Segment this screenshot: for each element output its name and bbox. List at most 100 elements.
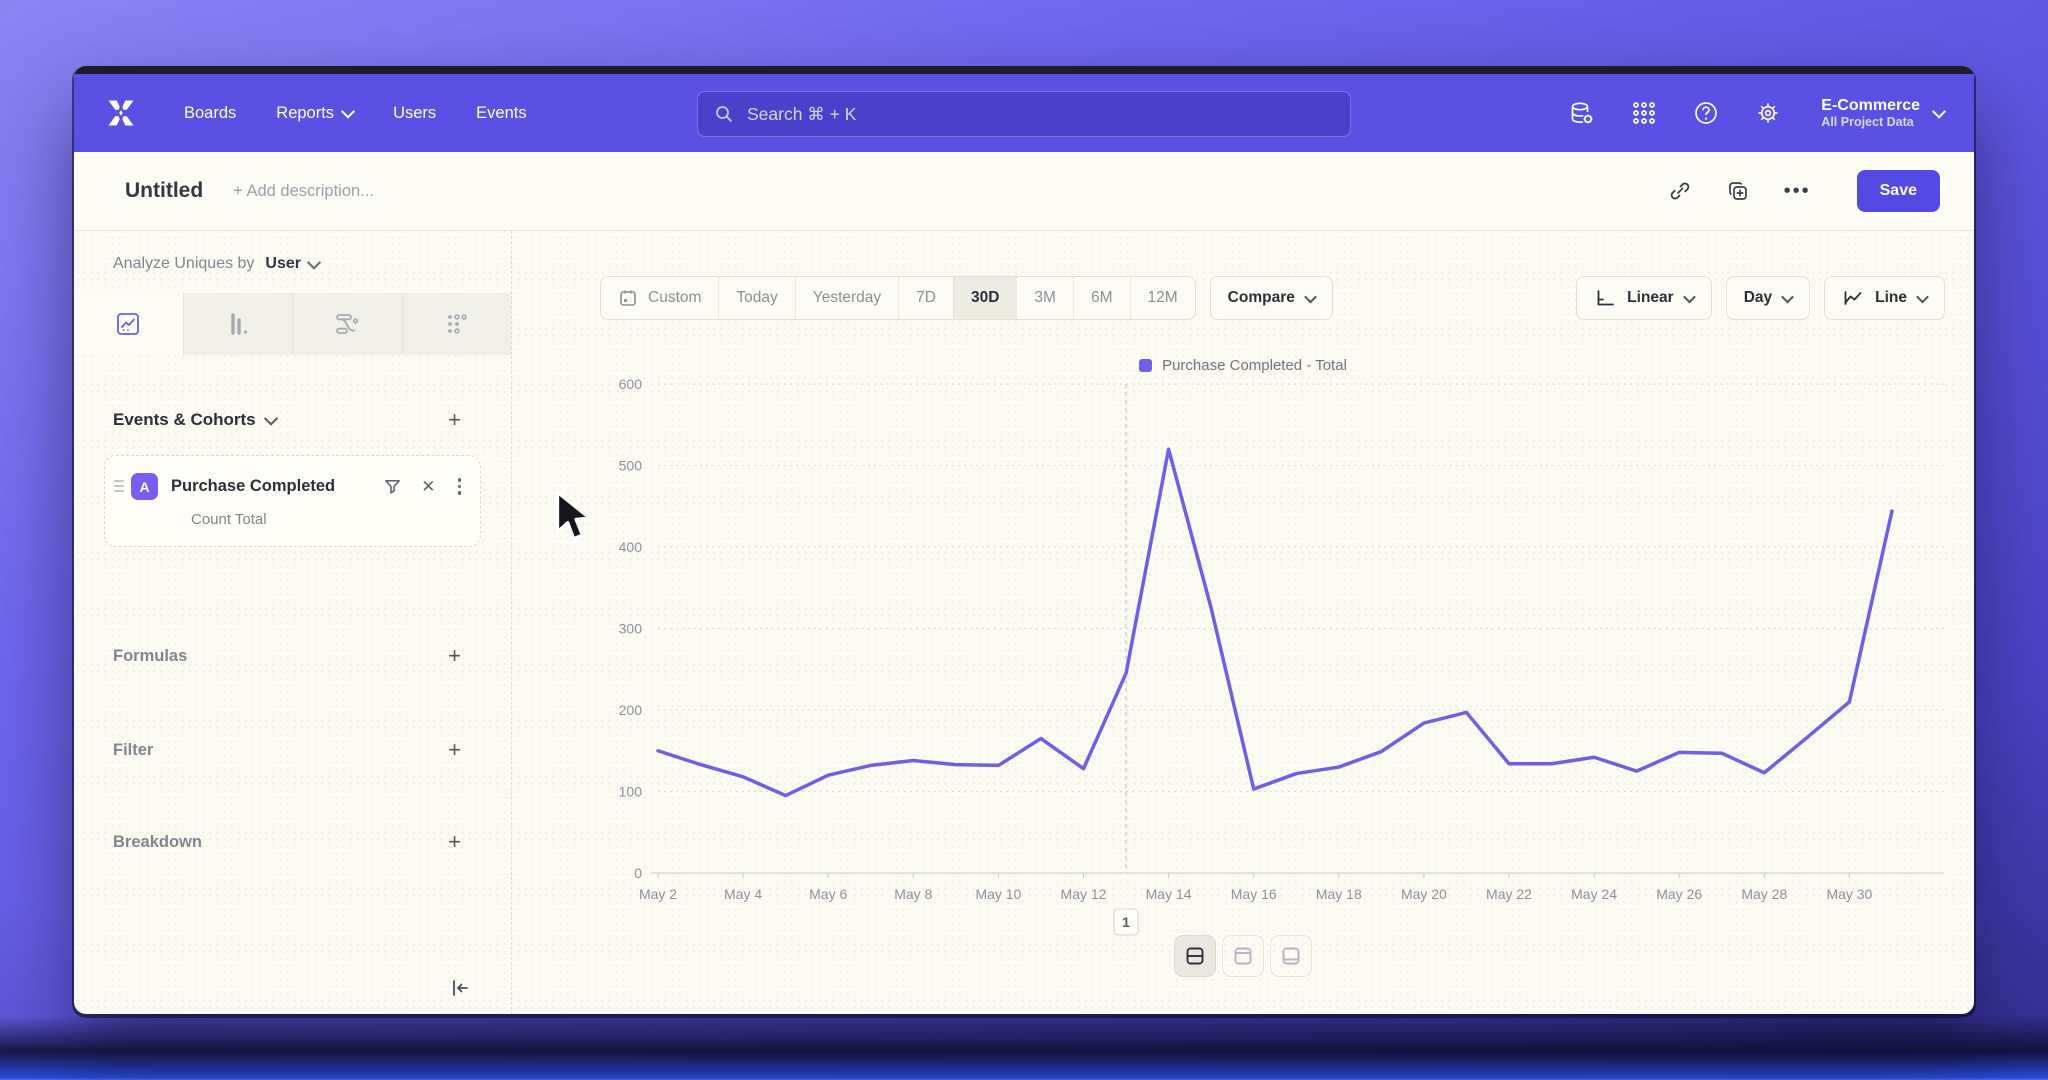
breakdown-section: Breakdown + bbox=[113, 831, 461, 853]
filter-funnel-icon[interactable] bbox=[383, 477, 402, 496]
layout-chart-top-button[interactable] bbox=[1222, 935, 1264, 977]
chevron-down-icon bbox=[307, 256, 321, 270]
search-icon bbox=[714, 104, 734, 124]
svg-text:600: 600 bbox=[619, 376, 643, 392]
svg-text:May 22: May 22 bbox=[1486, 886, 1532, 902]
chevron-down-icon bbox=[341, 105, 355, 119]
layout-chart-bottom-button[interactable] bbox=[1270, 935, 1312, 977]
window-top-edge bbox=[74, 66, 1974, 74]
filter-section: Filter + bbox=[113, 739, 461, 761]
kebab-menu-icon[interactable] bbox=[455, 478, 465, 495]
apps-grid-icon[interactable] bbox=[1631, 100, 1657, 126]
add-filter-button[interactable]: + bbox=[448, 739, 461, 761]
svg-text:500: 500 bbox=[619, 458, 643, 474]
svg-text:May 4: May 4 bbox=[724, 886, 762, 902]
report-title-bar: Untitled + Add description... ••• Save bbox=[74, 152, 1974, 231]
add-description-field[interactable]: + Add description... bbox=[233, 182, 374, 201]
data-management-icon[interactable] bbox=[1569, 100, 1595, 126]
more-ellipsis-icon[interactable]: ••• bbox=[1784, 186, 1811, 196]
svg-text:0: 0 bbox=[634, 865, 642, 881]
event-badge: A bbox=[131, 473, 158, 500]
analyze-label: Analyze Uniques by bbox=[113, 255, 254, 273]
report-title[interactable]: Untitled bbox=[125, 179, 203, 203]
svg-text:May 24: May 24 bbox=[1571, 886, 1617, 902]
svg-text:May 28: May 28 bbox=[1741, 886, 1787, 902]
svg-text:May 30: May 30 bbox=[1826, 886, 1872, 902]
top-nav: Boards Reports Users Events Search ⌘ + K bbox=[74, 74, 1974, 152]
svg-text:May 26: May 26 bbox=[1656, 886, 1702, 902]
query-builder-sidebar: Analyze Uniques by User bbox=[74, 231, 512, 1014]
events-cohorts-label: Events & Cohorts bbox=[113, 410, 256, 430]
nav-item-boards[interactable]: Boards bbox=[184, 104, 236, 123]
svg-text:200: 200 bbox=[619, 702, 643, 718]
chevron-down-icon bbox=[264, 412, 278, 426]
tab-retention[interactable] bbox=[402, 293, 512, 355]
event-measure[interactable]: Count Total bbox=[191, 511, 464, 528]
layout-toggle-group bbox=[1174, 935, 1312, 977]
search-placeholder: Search ⌘ + K bbox=[747, 104, 856, 125]
remove-event-icon[interactable]: ✕ bbox=[421, 478, 435, 495]
settings-gear-icon[interactable] bbox=[1755, 100, 1781, 126]
nav-item-label: Users bbox=[393, 104, 436, 123]
layout-top-icon bbox=[1232, 945, 1254, 967]
event-name: Purchase Completed bbox=[171, 477, 383, 496]
svg-text:May 8: May 8 bbox=[894, 886, 932, 902]
insights-line-chart-icon bbox=[115, 311, 141, 337]
line-chart[interactable]: 0 100 200 300 400 500 600 May 2 May 4 May 6 May 8 M… bbox=[512, 231, 1974, 1014]
svg-text:400: 400 bbox=[619, 539, 643, 555]
save-button[interactable]: Save bbox=[1857, 170, 1940, 212]
layout-bottom-icon bbox=[1280, 945, 1302, 967]
svg-text:May 16: May 16 bbox=[1231, 886, 1277, 902]
filter-label: Filter bbox=[113, 741, 153, 760]
svg-text:1: 1 bbox=[1122, 914, 1130, 930]
breakdown-label: Breakdown bbox=[113, 833, 202, 852]
formulas-section: Formulas + bbox=[113, 645, 461, 667]
nav-item-users[interactable]: Users bbox=[393, 104, 436, 123]
layout-split-horizontal-button[interactable] bbox=[1174, 935, 1216, 977]
nav-item-events[interactable]: Events bbox=[476, 104, 526, 123]
tab-flows[interactable] bbox=[292, 293, 402, 355]
chevron-down-icon bbox=[1932, 105, 1946, 119]
search-input[interactable]: Search ⌘ + K bbox=[697, 91, 1351, 137]
layout-split-icon bbox=[1184, 945, 1206, 967]
tab-funnels[interactable] bbox=[183, 293, 293, 355]
app-window: Boards Reports Users Events Search ⌘ + K bbox=[74, 66, 1974, 1014]
duplicate-icon[interactable] bbox=[1726, 179, 1750, 203]
svg-text:May 18: May 18 bbox=[1316, 886, 1362, 902]
nav-item-label: Events bbox=[476, 104, 526, 123]
funnels-bars-icon bbox=[225, 311, 251, 337]
events-cohorts-header[interactable]: Events & Cohorts + bbox=[113, 409, 461, 431]
svg-text:May 12: May 12 bbox=[1061, 886, 1107, 902]
desktop-background: Boards Reports Users Events Search ⌘ + K bbox=[0, 0, 2048, 1080]
project-switcher[interactable]: E-Commerce All Project Data bbox=[1821, 96, 1944, 130]
flows-icon bbox=[334, 311, 360, 337]
add-event-button[interactable]: + bbox=[448, 409, 461, 431]
analyze-by-dropdown[interactable]: User bbox=[265, 255, 319, 273]
copy-link-icon[interactable] bbox=[1668, 179, 1692, 203]
drag-handle-icon[interactable] bbox=[114, 480, 124, 492]
nav-item-reports[interactable]: Reports bbox=[276, 104, 353, 123]
project-name: E-Commerce bbox=[1821, 96, 1920, 115]
svg-text:May 10: May 10 bbox=[975, 886, 1021, 902]
analyze-value: User bbox=[265, 255, 301, 273]
nav-item-label: Reports bbox=[276, 104, 334, 123]
event-card[interactable]: A Purchase Completed ✕ Count Total bbox=[104, 455, 481, 547]
svg-text:May 2: May 2 bbox=[639, 886, 677, 902]
project-subtitle: All Project Data bbox=[1821, 115, 1920, 130]
collapse-sidebar-icon[interactable] bbox=[449, 977, 471, 999]
series-line[interactable] bbox=[658, 449, 1892, 795]
retention-grid-icon bbox=[444, 311, 470, 337]
annotation-badge[interactable]: 1 bbox=[1114, 909, 1138, 935]
tab-insights[interactable] bbox=[74, 293, 183, 355]
formulas-label: Formulas bbox=[113, 647, 187, 666]
chart-panel: Custom Today Yesterday 7D 30D 3M 6M 12M … bbox=[512, 231, 1974, 1014]
svg-text:May 14: May 14 bbox=[1146, 886, 1192, 902]
svg-text:May 6: May 6 bbox=[809, 886, 847, 902]
add-formula-button[interactable]: + bbox=[448, 645, 461, 667]
analyze-uniques-row: Analyze Uniques by User bbox=[113, 255, 319, 273]
svg-text:300: 300 bbox=[619, 621, 643, 637]
svg-text:100: 100 bbox=[619, 784, 643, 800]
add-breakdown-button[interactable]: + bbox=[448, 831, 461, 853]
mixpanel-logo[interactable] bbox=[104, 98, 138, 128]
help-icon[interactable] bbox=[1693, 100, 1719, 126]
